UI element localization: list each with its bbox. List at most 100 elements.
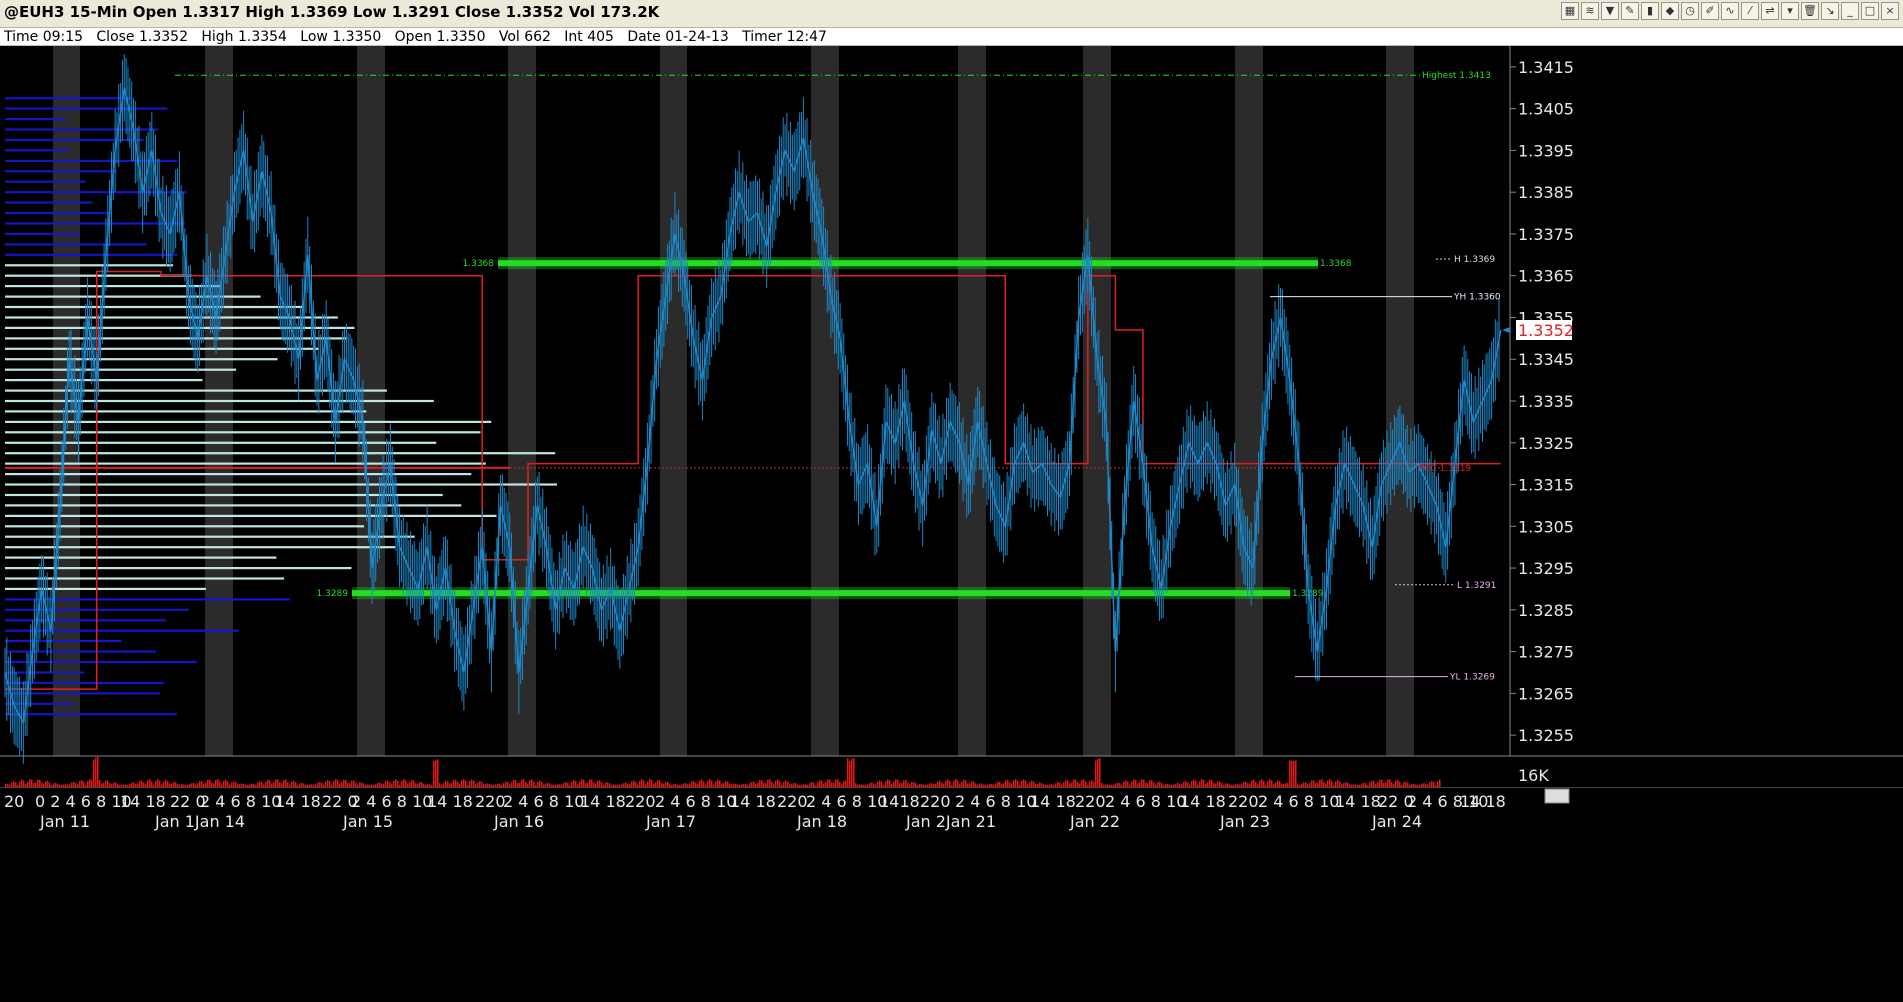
volume-bar: [517, 783, 519, 787]
volume-bar: [523, 779, 525, 787]
volume-bar: [1037, 783, 1039, 787]
volume-bar: [495, 784, 497, 787]
volume-bar: [285, 779, 287, 787]
volume-bar: [227, 781, 229, 787]
volume-bar: [479, 781, 481, 787]
volume-bar: [119, 784, 121, 787]
arrow-down-icon[interactable]: ▾: [1781, 2, 1799, 20]
hour-label: 2 4 6 8 10: [351, 792, 432, 811]
volume-bar: [359, 782, 361, 787]
volume-bar: [393, 780, 395, 787]
profile-row: [5, 180, 86, 183]
color-icon[interactable]: ◆: [1661, 2, 1679, 20]
volume-bar: [289, 784, 291, 787]
chart-type-icon[interactable]: ▦: [1561, 2, 1579, 20]
volume-bar: [967, 783, 969, 787]
price-chart[interactable]: 1.33681.33681.32891.3289 Highest 1.3413H…: [0, 46, 1903, 1002]
volume-bar: [185, 784, 187, 787]
volume-bar: [1367, 784, 1369, 787]
hour-label: 2 4 6 8 10: [655, 792, 736, 811]
volume-bar: [1041, 783, 1043, 787]
volume-bar: [1299, 784, 1301, 787]
profile-row: [5, 640, 122, 643]
volume-bar: [211, 782, 213, 787]
volume-bar: [829, 779, 831, 787]
volume-bar: [515, 780, 517, 787]
volume-bar: [1143, 779, 1145, 787]
volume-bar: [145, 783, 147, 787]
volume-bar: [175, 782, 177, 787]
volume-bar: [573, 780, 575, 787]
volume-bar: [749, 783, 751, 787]
maximize-icon[interactable]: □: [1861, 2, 1879, 20]
volume-bar: [901, 783, 903, 787]
volume-bar: [607, 782, 609, 787]
bar-icon[interactable]: ▮: [1641, 2, 1659, 20]
volume-bar: [387, 780, 389, 787]
date-label: Jan 18: [796, 812, 847, 831]
volume-bar: [1181, 784, 1183, 787]
volume-bar: [1369, 782, 1371, 787]
volume-bar: [491, 784, 493, 787]
filter-icon[interactable]: ▼: [1601, 2, 1619, 20]
volume-bar: [553, 784, 555, 787]
minimize-icon[interactable]: _: [1841, 2, 1859, 20]
window-title: @EUH3 15-Min Open 1.3317 High 1.3369 Low…: [4, 3, 660, 21]
close-icon[interactable]: ×: [1881, 2, 1899, 20]
volume-bar: [763, 782, 765, 787]
volume-bar: [183, 784, 185, 787]
volume-bar: [505, 781, 507, 787]
volume-bar: [7, 783, 9, 787]
volume-bar: [891, 783, 893, 787]
volume-bar: [1193, 779, 1195, 787]
date-label: Jan 22: [1069, 812, 1120, 831]
volume-bar: [463, 779, 465, 787]
volume-bar: [417, 783, 419, 787]
arrow-icon[interactable]: ↘: [1821, 2, 1839, 20]
volume-bar: [197, 782, 199, 787]
wave-icon[interactable]: ∿: [1721, 2, 1739, 20]
volume-bar: [487, 783, 489, 787]
volume-bar: [89, 779, 91, 787]
volume-bar: [603, 784, 605, 787]
volume-bar: [1373, 781, 1375, 787]
draw-icon[interactable]: ✎: [1621, 2, 1639, 20]
volume-bar: [181, 784, 183, 787]
profile-row: [5, 410, 367, 413]
profile-row: [5, 305, 303, 309]
time-axis[interactable]: 20 0 2 4 6 8 1014 18 22 02 4 6 8 1014 18 22…: [0, 788, 1903, 1002]
volume-bar: [1371, 780, 1373, 787]
profile-row: [5, 504, 462, 507]
pen-icon[interactable]: ✐: [1701, 2, 1719, 20]
volume-bar: [961, 781, 963, 787]
volume-bar: [85, 784, 87, 787]
volume-bar: [717, 779, 719, 787]
volume-bar: [1071, 782, 1073, 787]
volume-bar: [65, 784, 67, 787]
date-label: Jan 24: [1371, 812, 1422, 831]
volume-bar: [1039, 782, 1041, 787]
trash-icon[interactable]: 🗑: [1801, 2, 1819, 20]
volume-bar: [649, 779, 651, 787]
volume-bar: [189, 784, 191, 787]
volume-bar: [1283, 784, 1285, 787]
volume-bar: [1379, 779, 1381, 787]
volume-bar: [1323, 781, 1325, 787]
price-tick-label: 1.3345: [1518, 350, 1574, 369]
clock-icon[interactable]: ◷: [1681, 2, 1699, 20]
annot-label-1: H 1.3369: [1454, 255, 1495, 265]
volume-bar: [593, 782, 595, 787]
indicator-icon[interactable]: ≋: [1581, 2, 1599, 20]
volume-bar: [235, 782, 237, 787]
volume-bar: [1409, 784, 1411, 787]
hour-label: 14 18: [730, 792, 776, 811]
volume-bar: [1359, 784, 1361, 787]
volume-bar: [1407, 782, 1409, 787]
volume-bar: [471, 779, 473, 787]
volume-bar: [1159, 781, 1161, 787]
volume-bar: [755, 783, 757, 787]
line-icon[interactable]: ⁄: [1741, 2, 1759, 20]
fib-icon[interactable]: ⇌: [1761, 2, 1779, 20]
volume-bar: [367, 784, 369, 787]
volume-bar: [985, 784, 987, 787]
